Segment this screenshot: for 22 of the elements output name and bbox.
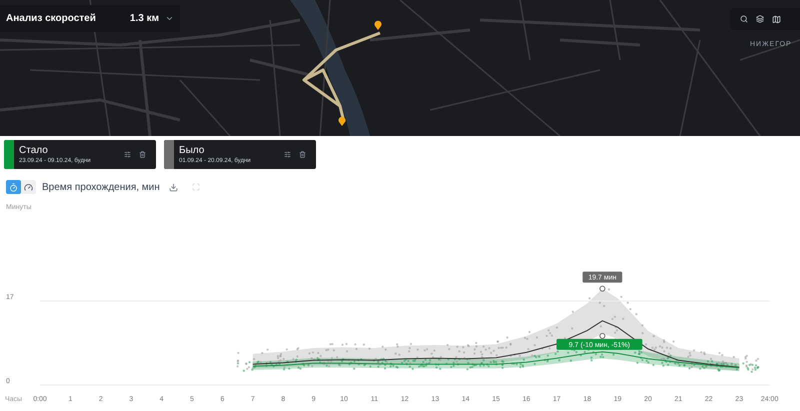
search-icon[interactable] — [740, 15, 748, 23]
period-name: Стало — [19, 146, 49, 156]
trash-icon[interactable] — [139, 151, 146, 158]
route-title: Анализ скоростей — [6, 12, 96, 26]
trash-icon[interactable] — [299, 151, 306, 158]
gauge-toggle[interactable] — [21, 180, 36, 194]
stopwatch-toggle[interactable] — [6, 180, 21, 194]
route-marker-icon — [338, 116, 346, 126]
route-marker-icon — [374, 20, 382, 30]
point-marker-icon — [600, 286, 606, 292]
sliders-icon[interactable] — [284, 151, 291, 158]
gauge-icon — [24, 182, 33, 192]
layers-icon[interactable] — [756, 15, 764, 23]
route-distance: 1.3 км — [130, 12, 159, 26]
chevron-down-icon[interactable] — [165, 14, 174, 23]
map-icon[interactable] — [772, 14, 781, 24]
stopwatch-icon — [9, 182, 18, 192]
point-marker-icon — [600, 333, 606, 339]
sliders-icon[interactable] — [124, 151, 131, 158]
chart-title: Время прохождения, мин — [42, 180, 160, 194]
download-icon[interactable] — [168, 182, 178, 192]
period-name: Было — [179, 146, 206, 156]
